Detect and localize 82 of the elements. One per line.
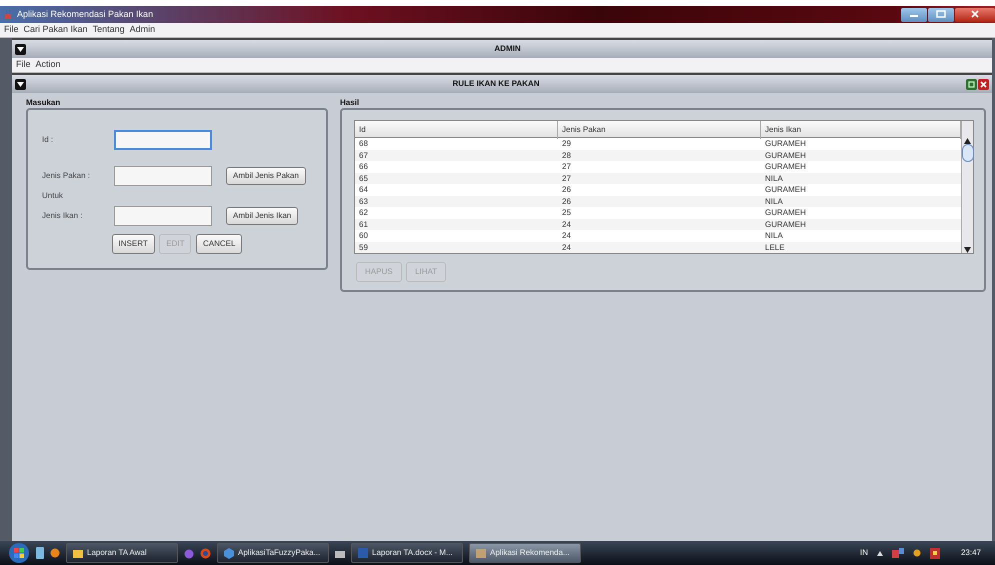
frame-menu-icon[interactable]: [17, 46, 24, 52]
table-cell-text: 65: [358, 172, 369, 184]
minimize-icon[interactable]: [966, 78, 977, 90]
app-icon: [476, 548, 486, 558]
taskbar-button[interactable]: AplikasiTaFuzzyPaka...: [217, 543, 329, 563]
table-cell-text: 68: [358, 138, 369, 150]
document-icon: [358, 548, 368, 558]
folder-icon: [73, 548, 83, 558]
menu-item[interactable]: File: [16, 58, 31, 72]
table-cell-text: 24: [561, 242, 572, 253]
group-title: Hasil: [340, 97, 360, 108]
group-title: Masukan: [26, 97, 62, 108]
close-button[interactable]: [955, 8, 995, 22]
table-cell-text: 27: [561, 172, 572, 184]
field-label: Jenis Ikan :: [42, 210, 84, 222]
field-label: Id :: [42, 134, 54, 146]
scrollbar[interactable]: [961, 121, 973, 253]
table-cell-text: LELE: [764, 242, 786, 253]
close-icon[interactable]: [978, 78, 989, 90]
menu-item[interactable]: Tentang: [92, 23, 125, 37]
table-cell-text: 67: [358, 150, 369, 161]
table-cell-text: GURAMEH: [764, 184, 807, 196]
field-label: Jenis Pakan :: [42, 170, 92, 182]
language-indicator[interactable]: IN: [860, 547, 868, 559]
table-cell-text: 62: [358, 207, 369, 218]
table-cell-text: NILA: [764, 196, 784, 207]
clock: 23:47: [960, 547, 981, 559]
table-cell-text: NILA: [764, 172, 784, 184]
menu-item[interactable]: Action: [36, 58, 61, 72]
pick-button[interactable]: Ambil Jenis Ikan: [226, 207, 298, 225]
table-cell-text: 61: [358, 218, 369, 230]
frame-title: ADMIN: [493, 43, 522, 55]
taskbar-button[interactable]: Laporan TA.docx - M...: [351, 543, 463, 563]
table-cell-text: 26: [561, 196, 572, 207]
table-cell-text: 64: [358, 184, 369, 196]
column-header[interactable]: Jenis Pakan: [558, 121, 761, 139]
table-cell-text: 60: [358, 230, 369, 242]
table-cell-text: GURAMEH: [764, 218, 807, 230]
round-app-icon[interactable]: [184, 547, 194, 559]
taskbar-button[interactable]: Aplikasi Rekomenda...: [469, 543, 581, 563]
window-title: Aplikasi Rekomendasi Pakan Ikan: [17, 8, 154, 21]
table-cell-text: 66: [358, 161, 369, 172]
close-icon: [970, 10, 980, 18]
table-cell-text: 29: [561, 138, 572, 150]
table-cell-text: 28: [561, 150, 572, 161]
table-cell-text: 63: [358, 196, 369, 207]
table-cell-text: 24: [561, 230, 572, 242]
table-cell-text: 26: [561, 184, 572, 196]
pick-button[interactable]: Ambil Jenis Pakan: [226, 167, 306, 185]
start-orb-icon[interactable]: [8, 542, 30, 564]
minimize-button[interactable]: [901, 8, 927, 22]
maximize-icon: [936, 10, 946, 18]
input-field[interactable]: [114, 166, 212, 186]
table-cell-text: GURAMEH: [764, 150, 807, 161]
menu-item[interactable]: Admin: [130, 23, 156, 37]
table-cell-text: 24: [561, 218, 572, 230]
table-cell-text: GURAMEH: [764, 138, 807, 150]
note-label: Untuk: [42, 190, 64, 202]
menu-item[interactable]: Cari Pakan Ikan: [24, 23, 88, 37]
java-cup-icon: [3, 9, 14, 20]
table-cell-text: NILA: [764, 230, 784, 242]
action-button[interactable]: CANCEL: [196, 234, 242, 254]
scroll-down-icon[interactable]: [964, 247, 971, 253]
tray-arrow-icon[interactable]: [876, 550, 883, 556]
maximize-button[interactable]: [928, 8, 954, 22]
firefox-icon[interactable]: [200, 548, 211, 558]
menu-item[interactable]: File: [4, 23, 19, 37]
scroll-thumb[interactable]: [962, 144, 974, 162]
table-cell-text: 59: [358, 242, 369, 253]
frame-menu-icon[interactable]: [17, 82, 24, 86]
table-cell-text: 25: [561, 207, 572, 218]
app-circle-icon[interactable]: [50, 548, 60, 558]
taskbar-button[interactable]: Laporan TA Awal: [66, 543, 178, 563]
table-cell-text: 27: [561, 161, 572, 172]
table-cell-text: GURAMEH: [764, 207, 807, 218]
input-field[interactable]: [114, 206, 212, 226]
input-field[interactable]: [114, 130, 212, 150]
column-header[interactable]: Id: [355, 121, 558, 139]
table-cell-text: GURAMEH: [764, 161, 807, 172]
app-icon: [224, 548, 234, 558]
action-button[interactable]: INSERT: [112, 234, 155, 254]
frame-title: RULE IKAN KE PAKAN: [452, 78, 540, 90]
